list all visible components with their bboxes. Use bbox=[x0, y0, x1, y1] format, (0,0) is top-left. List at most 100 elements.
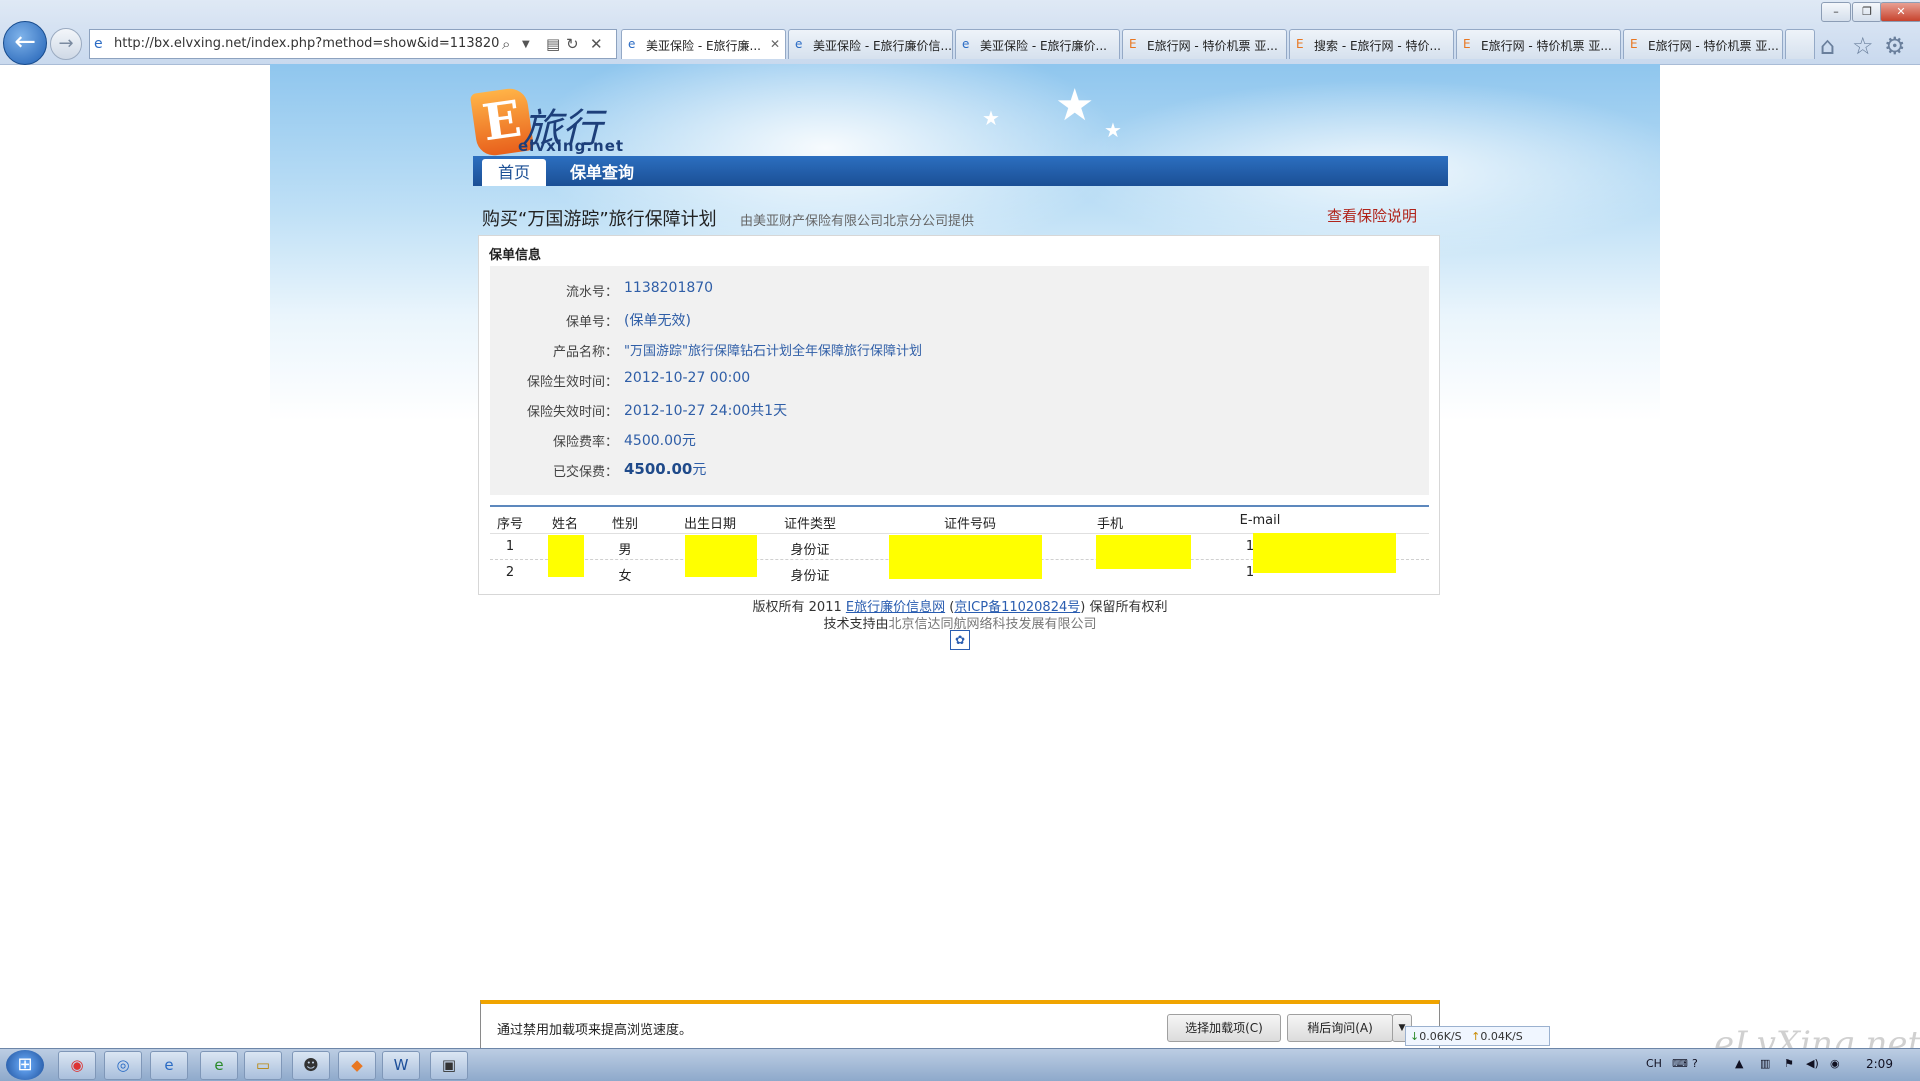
paid-amount: 4500.00 bbox=[624, 460, 693, 478]
security-icon[interactable]: ◉ bbox=[1830, 1057, 1840, 1070]
provider-text: 由美亚财产保险有限公司北京分公司提供 bbox=[740, 214, 975, 229]
network-icon[interactable]: ▥ bbox=[1760, 1057, 1770, 1070]
restore-button[interactable]: ❐ bbox=[1852, 2, 1882, 22]
tab-4[interactable]: E E旅行网 - 特价机票 亚... bbox=[1122, 29, 1287, 59]
search-icon[interactable]: ⌕ bbox=[502, 35, 510, 53]
close-tab-icon[interactable]: ✕ bbox=[770, 37, 780, 51]
qq-taskbar-icon[interactable]: ☻ bbox=[292, 1051, 330, 1080]
main-nav: 首页 保单查询 bbox=[473, 156, 1448, 186]
info-value: 2012-10-27 00:00 bbox=[624, 370, 751, 386]
dropdown-icon[interactable]: ▼ bbox=[522, 39, 530, 50]
cell-no: 2 bbox=[505, 565, 515, 580]
cell-gender: 男 bbox=[618, 543, 632, 558]
tab-title: 美亚保险 - E旅行廉... bbox=[646, 39, 761, 53]
addon-notification-bar: 通过禁用加载项来提高浏览速度。 选择加载项(C) 稍后询问(A) ▼ bbox=[480, 1000, 1440, 1050]
clock[interactable]: 2:09 bbox=[1866, 1057, 1893, 1071]
app-taskbar-icon[interactable]: ▣ bbox=[430, 1051, 468, 1080]
elvxing-tab-icon: E bbox=[1296, 37, 1304, 51]
address-bar[interactable]: e http://bx.elvxing.net/index.php?method… bbox=[89, 29, 617, 59]
redaction-phone bbox=[1096, 535, 1191, 569]
folder-taskbar-icon[interactable]: ▭ bbox=[244, 1051, 282, 1080]
tab-title: E旅行网 - 特价机票 亚... bbox=[1648, 39, 1779, 53]
nav-home-tab[interactable]: 首页 bbox=[482, 159, 546, 186]
page-title: 购买“万国游踪”旅行保障计划 bbox=[482, 209, 717, 230]
policy-info-box: 流水号： 1138201870 保单号： (保单无效) 产品名称： "万国游踪"… bbox=[490, 266, 1429, 495]
notification-text: 通过禁用加载项来提高浏览速度。 bbox=[497, 1023, 693, 1038]
elvxing-tab-icon: E bbox=[1630, 37, 1638, 51]
tab-6[interactable]: E E旅行网 - 特价机票 亚... bbox=[1456, 29, 1621, 59]
browser-toolbar: – ❐ ✕ ← → e http://bx.elvxing.net/index.… bbox=[0, 0, 1920, 65]
info-value: 2012-10-27 24:00共1天 bbox=[624, 403, 788, 419]
new-tab-button[interactable] bbox=[1785, 29, 1815, 59]
redaction-birthdate bbox=[685, 535, 757, 577]
tab-title: 美亚保险 - E旅行廉价... bbox=[980, 39, 1107, 53]
back-button[interactable]: ← bbox=[3, 21, 47, 65]
forward-button[interactable]: → bbox=[50, 28, 82, 60]
stop-icon[interactable]: ✕ bbox=[590, 35, 603, 53]
star-icon: ★ bbox=[1104, 118, 1122, 142]
gear-icon[interactable]: ⚙ bbox=[1884, 32, 1906, 60]
star-icon: ★ bbox=[1055, 80, 1095, 131]
cell-gender: 女 bbox=[618, 569, 632, 584]
info-value: 1138201870 bbox=[624, 280, 714, 296]
flag-icon[interactable]: ⚑ bbox=[1784, 1057, 1794, 1070]
ie-taskbar-icon[interactable]: e bbox=[150, 1051, 188, 1080]
chrome-taskbar-icon[interactable]: ◉ bbox=[58, 1051, 96, 1080]
360-browser-taskbar-icon[interactable]: e bbox=[200, 1051, 238, 1080]
upload-arrow-icon: ↑ bbox=[1471, 1030, 1481, 1043]
paid-unit: 元 bbox=[692, 462, 707, 478]
info-value: "万国游踪"旅行保障钻石计划全年保障旅行保障计划 bbox=[624, 344, 922, 359]
choose-addons-button[interactable]: 选择加载项(C) bbox=[1167, 1014, 1281, 1042]
favorites-star-icon[interactable]: ☆ bbox=[1852, 32, 1874, 60]
ie-tab-icon: e bbox=[795, 37, 803, 51]
show-hidden-icons[interactable]: ▲ bbox=[1735, 1057, 1743, 1070]
tab-title: E旅行网 - 特价机票 亚... bbox=[1147, 39, 1278, 53]
help-icon[interactable]: ? bbox=[1692, 1057, 1698, 1070]
close-window-button[interactable]: ✕ bbox=[1880, 2, 1920, 22]
info-label: 保险失效时间： bbox=[526, 405, 618, 420]
star-icon: ★ bbox=[982, 106, 1000, 130]
tab-1[interactable]: e 美亚保险 - E旅行廉... ✕ bbox=[621, 29, 786, 59]
logo-text-en[interactable]: elvxing.net bbox=[518, 137, 624, 155]
tab-2[interactable]: e 美亚保险 - E旅行廉价信... bbox=[788, 29, 953, 59]
upload-speed: 0.04K/S bbox=[1480, 1030, 1523, 1043]
cell-id-type: 身份证 bbox=[790, 569, 830, 584]
baidu-paw-icon[interactable]: ✿ bbox=[950, 630, 970, 650]
tab-3[interactable]: e 美亚保险 - E旅行廉价... bbox=[955, 29, 1120, 59]
browser-taskbar-icon[interactable]: ◎ bbox=[104, 1051, 142, 1080]
download-arrow-icon: ↓ bbox=[1410, 1030, 1420, 1043]
tech-company: 北京信达同航网络科技发展有限公司 bbox=[888, 617, 1097, 632]
word-taskbar-icon[interactable]: W bbox=[382, 1051, 420, 1080]
table-header: 证件号码 bbox=[943, 517, 996, 532]
language-indicator[interactable]: CH bbox=[1646, 1057, 1662, 1070]
start-button[interactable]: ⊞ bbox=[6, 1050, 44, 1080]
tab-7[interactable]: E E旅行网 - 特价机票 亚... bbox=[1623, 29, 1783, 59]
compat-view-icon[interactable]: ▤ bbox=[546, 35, 560, 53]
network-speed-widget: ↓0.06K/S ↑0.04K/S bbox=[1405, 1026, 1550, 1046]
tech-prefix: 技术支持由 bbox=[823, 617, 889, 632]
view-insurance-terms-link[interactable]: 查看保险说明 bbox=[1327, 205, 1417, 226]
elvxing-tab-icon: E bbox=[1463, 37, 1471, 51]
policy-panel: 保单信息 流水号： 1138201870 保单号： (保单无效) 产品名称： "… bbox=[478, 235, 1440, 595]
ie-tab-icon: e bbox=[628, 37, 636, 51]
info-value: (保单无效) bbox=[624, 313, 691, 329]
info-label: 流水号： bbox=[565, 285, 618, 300]
info-value: 4500.00元 bbox=[624, 433, 696, 449]
tab-title: 美亚保险 - E旅行廉价信... bbox=[813, 39, 952, 53]
insured-table: 序号 姓名 性别 出生日期 证件类型 证件号码 手机 E-mail 1 男 身份… bbox=[490, 505, 1429, 589]
keyboard-icon[interactable]: ⌨ bbox=[1672, 1057, 1688, 1070]
home-icon[interactable]: ⌂ bbox=[1820, 32, 1835, 60]
volume-icon[interactable]: ◀) bbox=[1806, 1057, 1819, 1070]
download-speed: 0.06K/S bbox=[1419, 1030, 1462, 1043]
table-header: 性别 bbox=[611, 517, 638, 532]
minimize-button[interactable]: – bbox=[1821, 2, 1851, 22]
ask-later-button[interactable]: 稍后询问(A) bbox=[1287, 1014, 1393, 1042]
tab-5[interactable]: E 搜索 - E旅行网 - 特价... bbox=[1289, 29, 1454, 59]
redaction-name bbox=[548, 535, 584, 577]
shield-taskbar-icon[interactable]: ◆ bbox=[338, 1051, 376, 1080]
address-text[interactable]: http://bx.elvxing.net/index.php?method=s… bbox=[114, 36, 499, 51]
refresh-icon[interactable]: ↻ bbox=[566, 35, 579, 53]
cell-no: 1 bbox=[505, 539, 515, 554]
table-header: 证件类型 bbox=[783, 517, 836, 532]
nav-policy-query-tab[interactable]: 保单查询 bbox=[570, 159, 634, 186]
